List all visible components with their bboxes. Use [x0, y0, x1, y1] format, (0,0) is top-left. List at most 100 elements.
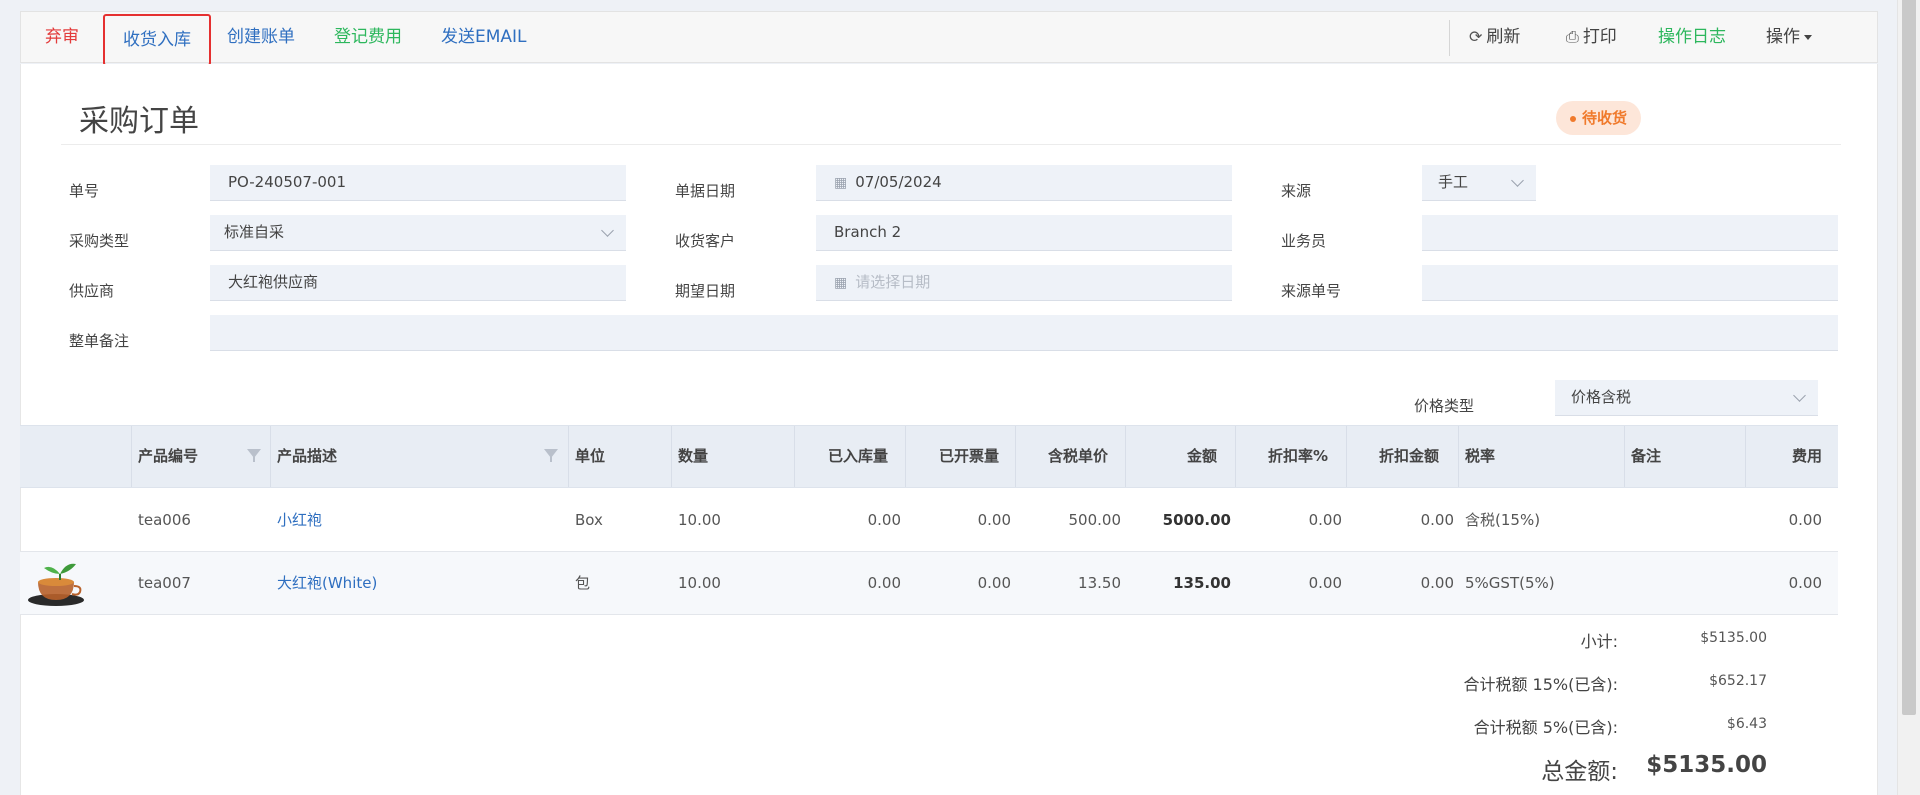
print-label: 打印: [1582, 27, 1617, 47]
col-received-header[interactable]: 已入库量: [801, 426, 888, 487]
remark-label: 整单备注: [69, 332, 130, 350]
expected-date-field[interactable]: ▦ 请选择日期: [816, 265, 1232, 301]
purchase-type-value: 标准自采: [224, 223, 285, 241]
unit-price[interactable]: 500.00: [1022, 489, 1122, 551]
product-code: tea007: [138, 574, 191, 592]
print-button[interactable]: ⎙ 打印: [1566, 12, 1617, 62]
amount: 5000.00: [1162, 511, 1231, 529]
abandon-audit-button[interactable]: 弃审: [45, 12, 79, 62]
col-desc-header[interactable]: 产品描述: [277, 426, 337, 487]
order-no-label: 单号: [69, 182, 100, 200]
supplier-field[interactable]: 大红袍供应商: [210, 265, 626, 301]
discount-amount[interactable]: 0.00: [1353, 489, 1454, 551]
filter-icon[interactable]: [247, 449, 261, 462]
create-bill-button[interactable]: 创建账单: [227, 12, 295, 62]
purchase-type-select[interactable]: 标准自采: [210, 215, 626, 251]
discount-rate[interactable]: 0.00: [1242, 552, 1342, 614]
discount-amount[interactable]: 0.00: [1353, 552, 1454, 614]
source-no-field[interactable]: [1422, 265, 1838, 301]
status-text: 待收货: [1582, 109, 1628, 127]
refresh-button[interactable]: ⟳ 刷新: [1469, 12, 1520, 62]
actions-dropdown[interactable]: 操作: [1766, 12, 1812, 62]
toolbar-divider: [1449, 20, 1450, 56]
doc-date-field[interactable]: ▦ 07/05/2024: [816, 165, 1232, 201]
col-remark-header[interactable]: 备注: [1631, 426, 1661, 487]
expected-date-placeholder: 请选择日期: [855, 273, 931, 291]
quantity[interactable]: 10.00: [678, 552, 721, 614]
tax-rate[interactable]: 含税(15%): [1465, 489, 1540, 551]
product-desc-link[interactable]: 大红袍(White): [277, 552, 377, 614]
chevron-down-icon: [601, 224, 614, 237]
filter-icon[interactable]: [544, 449, 558, 462]
unit-price[interactable]: 13.50: [1022, 552, 1121, 614]
refresh-label: 刷新: [1486, 27, 1521, 47]
printer-icon: ⎙: [1566, 27, 1579, 46]
remark-field[interactable]: [210, 315, 1838, 351]
price-type-value: 价格含税: [1571, 388, 1632, 406]
tax15-value: $652.17: [1709, 673, 1767, 689]
col-price-header[interactable]: 含税单价: [1022, 426, 1108, 487]
source-no-label: 来源单号: [1281, 282, 1342, 300]
calendar-icon: ▦: [834, 275, 848, 291]
col-amount-header[interactable]: 金额: [1132, 426, 1217, 487]
scrollbar-thumb[interactable]: [1902, 0, 1916, 715]
send-email-button[interactable]: 发送EMAIL: [441, 12, 527, 62]
grand-total-value: $5135.00: [1646, 752, 1767, 778]
col-qty-header[interactable]: 数量: [678, 426, 708, 487]
salesman-field[interactable]: [1422, 215, 1838, 251]
customer-label: 收货客户: [675, 232, 736, 250]
vertical-scrollbar[interactable]: [1897, 0, 1920, 795]
tax5-label: 合计税额 5%(已含):: [1473, 718, 1618, 737]
invoiced-qty: 0.00: [977, 511, 1011, 529]
product-thumbnail: [28, 563, 84, 606]
order-no-field[interactable]: PO-240507-001: [210, 165, 626, 201]
salesman-label: 业务员: [1281, 232, 1327, 250]
tax5-value: $6.43: [1726, 716, 1767, 732]
price-type-select[interactable]: 价格含税: [1555, 380, 1818, 416]
amount: 135.00: [1173, 574, 1231, 592]
fee: 0.00: [1788, 574, 1822, 592]
unit: 包: [575, 574, 591, 592]
table-row[interactable]: tea007 大红袍(White) 包 10.00 0.00 0.00 13.5…: [20, 552, 1838, 615]
discount-rate[interactable]: 0.00: [1242, 489, 1342, 551]
col-invoiced-header[interactable]: 已开票量: [912, 426, 999, 487]
product-desc-link[interactable]: 小红袍: [277, 489, 322, 551]
unit: Box: [575, 511, 603, 529]
col-code-header[interactable]: 产品编号: [138, 426, 198, 487]
col-discount-amount-header[interactable]: 折扣金额: [1353, 426, 1439, 487]
receive-goods-button[interactable]: 收货入库: [103, 14, 211, 66]
expected-date-label: 期望日期: [675, 282, 736, 300]
quantity[interactable]: 10.00: [678, 489, 721, 551]
register-fee-button[interactable]: 登记费用: [334, 12, 402, 62]
action-toolbar: 弃审 收货入库 创建账单 登记费用 发送EMAIL ⟳ 刷新 ⎙ 打印 操作日志 操…: [20, 11, 1878, 66]
tax-rate[interactable]: 5%GST(5%): [1465, 552, 1555, 614]
status-badge: 待收货: [1556, 101, 1642, 135]
col-tax-rate-header[interactable]: 税率: [1465, 426, 1495, 487]
product-code: tea006: [138, 511, 191, 529]
col-discount-rate-header[interactable]: 折扣率%: [1242, 426, 1328, 487]
calendar-icon: ▦: [834, 175, 848, 191]
received-qty: 0.00: [867, 511, 901, 529]
col-fee-header[interactable]: 费用: [1752, 426, 1822, 487]
fee: 0.00: [1788, 511, 1822, 529]
actions-label: 操作: [1766, 27, 1800, 47]
operation-log-button[interactable]: 操作日志: [1658, 12, 1726, 62]
supplier-label: 供应商: [69, 282, 115, 300]
price-type-label: 价格类型: [1414, 397, 1475, 415]
table-row[interactable]: tea006 小红袍 Box 10.00 0.00 0.00 500.00 50…: [20, 489, 1838, 552]
page-title: 采购订单: [79, 104, 199, 139]
refresh-icon: ⟳: [1469, 27, 1483, 46]
tax15-label: 合计税额 15%(已含):: [1463, 675, 1618, 694]
caret-down-icon: [1804, 34, 1812, 40]
purchase-type-label: 采购类型: [69, 232, 130, 250]
source-select[interactable]: 手工: [1422, 165, 1536, 201]
table-header: 产品编号 产品描述 单位 数量 已入库量 已开票量 含税单价 金额 折扣率% 折…: [20, 425, 1838, 488]
title-divider: [61, 144, 1841, 145]
grand-total-label: 总金额:: [1541, 759, 1618, 785]
doc-date-label: 单据日期: [675, 182, 736, 200]
col-unit-header[interactable]: 单位: [575, 426, 605, 487]
subtotal-value: $5135.00: [1700, 630, 1767, 646]
chevron-down-icon: [1511, 174, 1524, 187]
subtotal-label: 小计:: [1580, 632, 1618, 651]
customer-field[interactable]: Branch 2: [816, 215, 1232, 251]
